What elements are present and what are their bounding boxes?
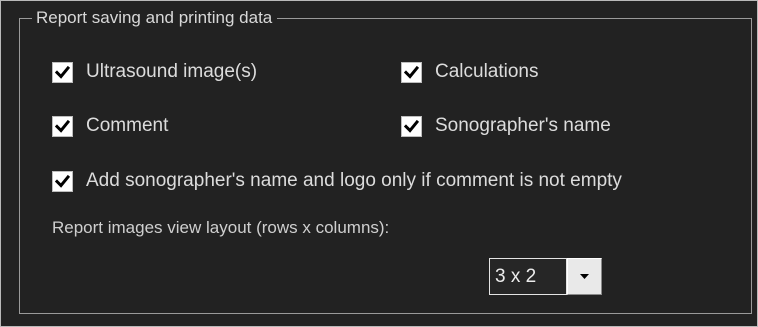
layout-select-value[interactable]: 3 x 2 [489,258,567,295]
dialog-panel: Report saving and printing data Ultrasou… [0,0,758,327]
checkmark-icon [404,65,419,79]
calculations-option[interactable]: Calculations [401,60,539,84]
checkmark-icon [55,174,70,188]
layout-label: Report images view layout (rows x column… [52,218,390,237]
sonographer-name-checkbox[interactable] [401,115,422,137]
add-name-logo-checkbox[interactable] [52,170,73,192]
calculations-label: Calculations [435,61,539,82]
layout-dropdown-button[interactable] [567,258,602,295]
comment-option[interactable]: Comment [52,114,168,138]
ultrasound-images-checkbox[interactable] [52,61,73,83]
sonographer-name-label: Sonographer's name [435,115,611,136]
ultrasound-images-option[interactable]: Ultrasound image(s) [52,60,257,84]
chevron-down-icon [580,274,589,279]
add-name-logo-label: Add sonographer's name and logo only if … [86,170,622,191]
add-name-logo-option[interactable]: Add sonographer's name and logo only if … [52,169,622,193]
comment-checkbox[interactable] [52,115,73,137]
checkmark-icon [404,119,419,133]
sonographer-name-option[interactable]: Sonographer's name [401,114,611,138]
checkmark-icon [55,119,70,133]
checkmark-icon [55,65,70,79]
comment-label: Comment [86,115,169,136]
ultrasound-images-label: Ultrasound image(s) [86,61,258,82]
layout-select[interactable]: 3 x 2 [489,258,602,295]
groupbox-title: Report saving and printing data [32,7,278,29]
calculations-checkbox[interactable] [401,61,422,83]
